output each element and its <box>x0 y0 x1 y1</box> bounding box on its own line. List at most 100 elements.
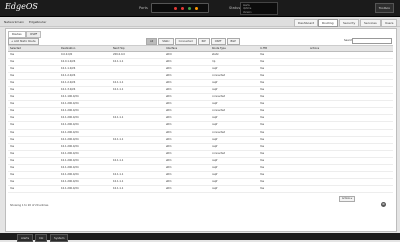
ports-panel[interactable] <box>151 3 209 13</box>
table-body: Yes 0.0.0.0/0 209.0.0.0 eth0 static Yes Yes 10.… <box>8 52 393 193</box>
cell-interface: eth1 <box>166 151 172 155</box>
cell-interface: eth1 <box>166 123 172 127</box>
toolbox-button[interactable]: Toolbox <box>374 3 394 13</box>
cell-route-type: ospf <box>212 137 218 141</box>
column-header-next-hop[interactable]: Next Hop <box>113 46 125 51</box>
cell-route-type: ospf <box>212 81 218 85</box>
table-row[interactable]: Yes 10.1.200.0/24 eth1 connected Yes <box>8 130 393 137</box>
column-header-actions[interactable]: Actions <box>310 46 319 51</box>
cell-interface: eth1 <box>166 172 172 176</box>
cell-interface: eth1 <box>166 74 172 78</box>
tab-cli[interactable]: CLI <box>35 233 48 242</box>
host-name: Networkmain EdgeRouter <box>4 20 47 24</box>
filter-static[interactable]: Static <box>158 38 174 45</box>
cell-in-fib: Yes <box>260 67 265 71</box>
cell-next-hop: 10.1.1.1 <box>113 186 124 190</box>
cell-interface: eth1 <box>166 109 172 113</box>
table-row[interactable]: Yes 10.1.200.0/24 10.1.1.1 eth1 ospf Yes <box>8 186 393 193</box>
cell-selected: Yes <box>10 67 15 71</box>
cell-interface: eth1 <box>166 165 172 169</box>
table-row[interactable]: Yes 10.1.3.0/24 10.1.1.1 eth1 ospf Yes <box>8 87 393 95</box>
cell-selected: Yes <box>10 179 15 183</box>
cell-route-type: static <box>212 53 219 56</box>
gear-icon[interactable]: ⚙ <box>381 202 386 207</box>
cell-interface: eth1 <box>166 179 172 183</box>
filter-all[interactable]: All <box>146 38 158 45</box>
cell-route-type: ospf <box>212 186 218 190</box>
cell-next-hop: 10.1.1.1 <box>113 116 124 120</box>
filter-bgp[interactable]: BGP <box>226 38 240 45</box>
table-row[interactable]: Yes 10.0.1.0/24 10.1.1.1 eth1 rip Yes <box>8 59 393 67</box>
cell-selected: Yes <box>10 186 15 190</box>
cell-selected: Yes <box>10 88 15 92</box>
table-row[interactable]: Yes 10.1.1.0/24 eth1 ospf Yes <box>8 66 393 74</box>
table-row[interactable]: Yes 10.1.200.0/24 eth1 connected Yes <box>8 108 393 116</box>
table-row[interactable]: Yes 10.1.2.0/24 10.1.1.1 eth1 ospf Yes <box>8 80 393 88</box>
cell-in-fib: Yes <box>260 130 265 134</box>
column-header-in-fib[interactable]: In FIB <box>260 46 267 51</box>
cell-route-type: ospf <box>212 102 218 106</box>
routing-panel: Routes OSPF + Add Static Route All Stati… <box>5 28 397 232</box>
table-row[interactable]: Yes 10.1.200.0/24 eth1 connected Yes <box>8 151 393 158</box>
cell-route-type: ospf <box>212 179 218 183</box>
cell-in-fib: Yes <box>260 74 265 78</box>
column-header-destination[interactable]: Destination <box>61 46 75 51</box>
actions-dropdown[interactable]: Actions ▾ <box>339 196 356 202</box>
cell-destination: 10.0.1.0/24 <box>61 60 76 64</box>
table-row[interactable]: Yes 10.1.200.0/24 eth1 ospf Yes <box>8 122 393 130</box>
tab-routing[interactable]: Routing <box>318 18 338 27</box>
tab-security[interactable]: Security <box>339 18 360 27</box>
cell-destination: 10.1.200.0/24 <box>61 109 79 113</box>
cell-route-type: ospf <box>212 158 218 162</box>
add-static-route-button[interactable]: + Add Static Route <box>8 38 39 45</box>
cell-destination: 10.1.200.0/24 <box>61 130 79 134</box>
cell-next-hop: 10.1.1.1 <box>113 137 124 141</box>
subtab-ospf[interactable]: OSPF <box>26 31 42 38</box>
cell-next-hop: 10.1.1.1 <box>113 60 124 64</box>
cell-route-type: connected <box>212 151 226 155</box>
table-row[interactable]: Yes 10.1.200.0/24 eth1 ospf Yes <box>8 144 393 151</box>
table-row[interactable]: Yes 10.1.200.0/24 10.1.1.1 eth1 ospf Yes <box>8 137 393 144</box>
table-row[interactable]: Yes 10.1.200.0/24 10.1.1.1 eth1 ospf Yes <box>8 179 393 186</box>
cell-destination: 10.1.100.0/24 <box>61 95 79 99</box>
table-row[interactable]: Yes 0.0.0.0/0 209.0.0.0 eth0 static Yes <box>8 52 393 60</box>
ports-label: Ports <box>139 6 148 10</box>
cell-in-fib: Yes <box>260 95 265 99</box>
table-row[interactable]: Yes 10.1.200.0/24 10.1.1.1 eth1 ospf Yes <box>8 158 393 165</box>
cell-destination: 10.1.200.0/24 <box>61 116 79 120</box>
column-header-interface[interactable]: Interface <box>166 46 177 51</box>
cell-interface: eth1 <box>166 88 172 92</box>
cell-destination: 10.1.200.0/24 <box>61 158 79 162</box>
cell-interface: eth1 <box>166 102 172 106</box>
cell-selected: Yes <box>10 172 15 176</box>
table-row[interactable]: Yes 10.1.100.0/24 eth1 connected Yes <box>8 94 393 102</box>
filter-connected[interactable]: Connected <box>174 38 197 45</box>
table-row[interactable]: Yes 10.1.200.0/24 eth1 ospf Yes <box>8 165 393 172</box>
tab-alerts[interactable]: Alerts <box>17 233 34 242</box>
cell-destination: 10.1.200.0/24 <box>61 102 79 106</box>
filter-ospf[interactable]: OSPF <box>210 38 226 45</box>
tab-dashboard[interactable]: Dashboard <box>294 18 319 27</box>
cell-route-type: ospf <box>212 123 218 127</box>
tab-system[interactable]: System <box>50 233 69 242</box>
table-row[interactable]: Yes 10.1.200.0/24 10.1.1.1 eth1 ospf Yes <box>8 172 393 179</box>
column-header-selected[interactable]: Selected <box>10 46 21 51</box>
cell-interface: eth1 <box>166 67 172 71</box>
cell-interface: eth1 <box>166 95 172 99</box>
filter-rip[interactable]: RIP <box>197 38 210 45</box>
cell-destination: 10.1.200.0/24 <box>61 172 79 176</box>
status-panel: Alerts Uptime Version <box>240 2 278 15</box>
port-led-icon <box>174 6 177 10</box>
subtab-routes[interactable]: Routes <box>8 31 26 38</box>
cell-selected: Yes <box>10 165 15 169</box>
cell-in-fib: Yes <box>260 137 265 141</box>
cell-in-fib: Yes <box>260 179 265 183</box>
table-row[interactable]: Yes 10.1.2.0/24 eth1 connected Yes <box>8 73 393 81</box>
table-row[interactable]: Yes 10.1.200.0/24 eth1 ospf Yes <box>8 101 393 109</box>
cell-in-fib: Yes <box>260 186 265 190</box>
tab-users[interactable]: Users <box>381 18 398 27</box>
table-row[interactable]: Yes 10.1.200.0/24 10.1.1.1 eth1 ospf Yes <box>8 115 393 123</box>
column-header-route-type[interactable]: Route Type <box>212 46 226 51</box>
search-input[interactable] <box>352 38 392 44</box>
tab-services[interactable]: Services <box>360 18 381 27</box>
